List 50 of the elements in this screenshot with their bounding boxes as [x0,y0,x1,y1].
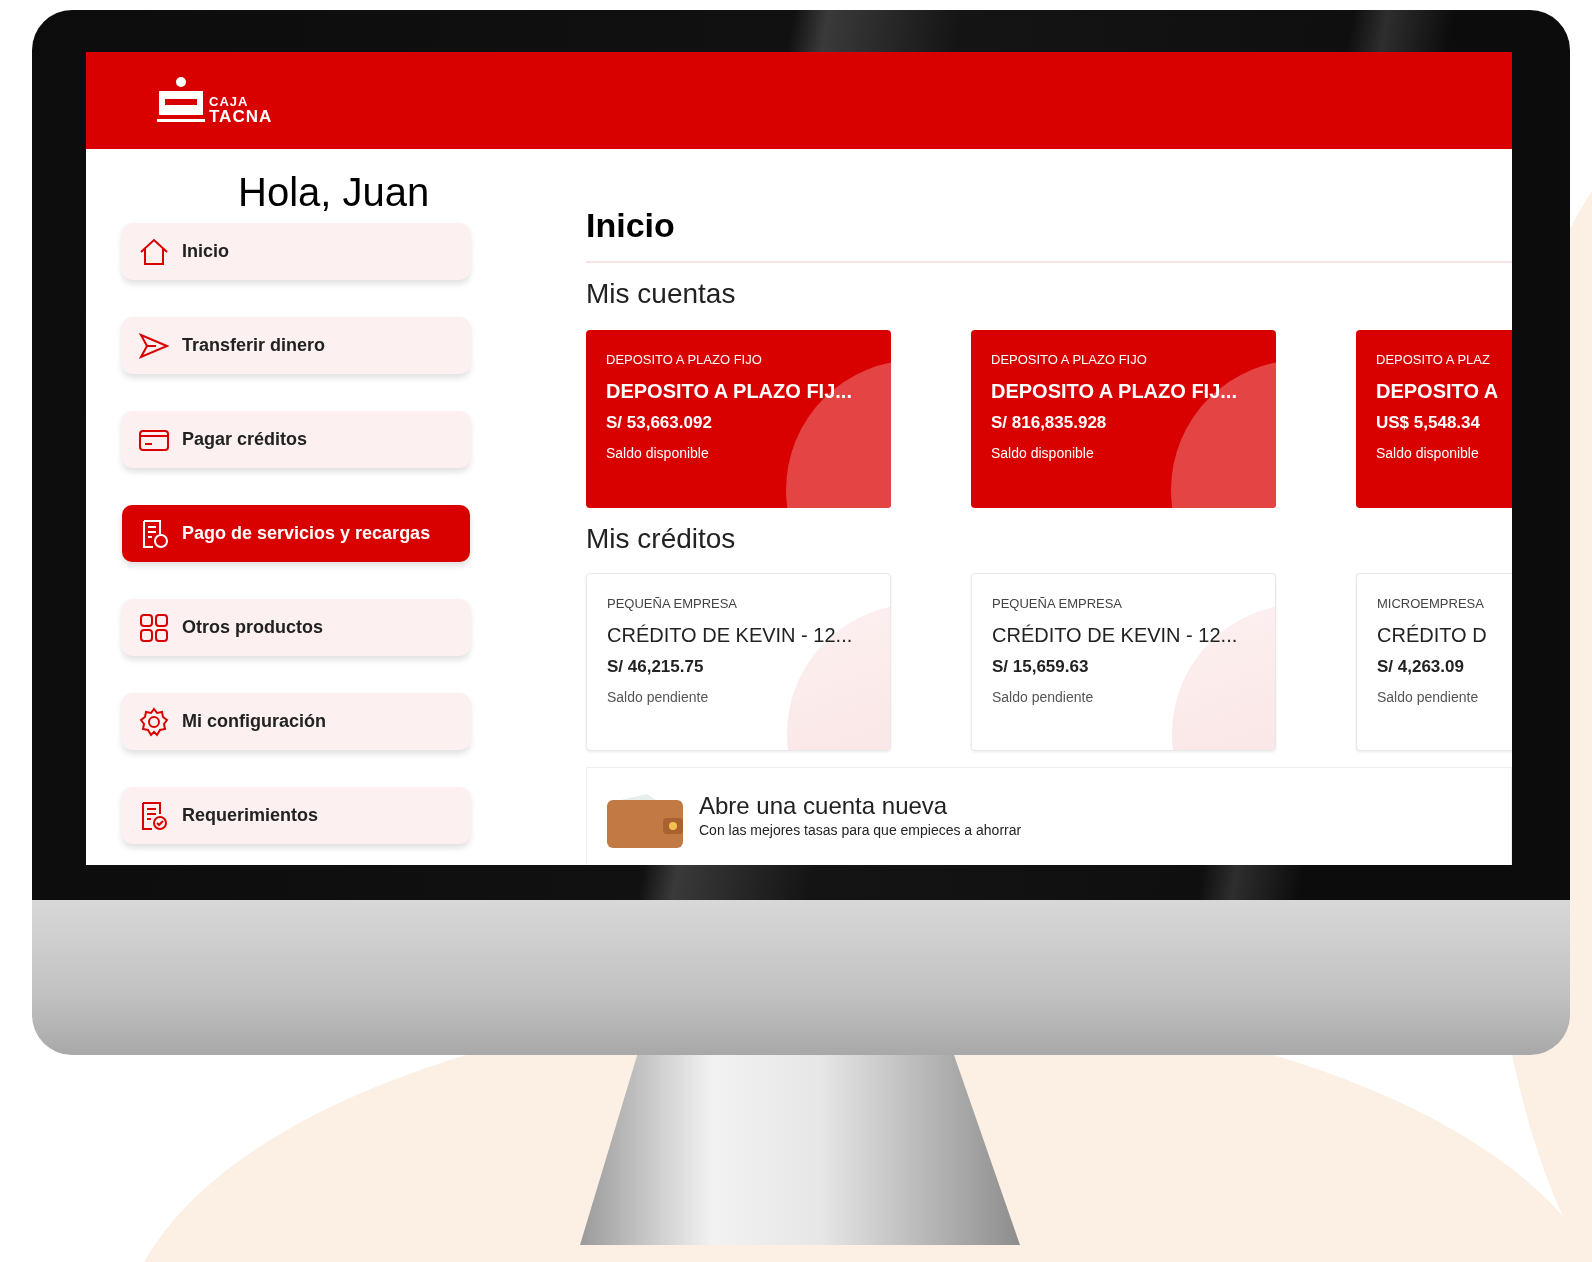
credit-balance: S/ 4,263.09 [1377,656,1465,678]
promo-card[interactable]: Abre una cuenta nueva Con las mejores tasas para que empieces a ahorrar [586,767,1512,865]
credit-name: CRÉDITO D [1377,623,1488,648]
section-title: Mis créditos [586,522,737,556]
nav-item[interactable]: Requerimientos [122,787,470,844]
account-name: DEPOSITO A PLAZO FIJ... [991,379,1238,404]
account-card[interactable]: DEPOSITO A PLAZO FIJO DEPOSITO A PLAZO FIJ... S/ 816,835.928 Saldo disponible [971,330,1276,508]
account-type: DEPOSITO A PLAZO FIJO [606,351,763,369]
logo-text: TACNA [209,107,273,125]
gear-icon [138,705,170,738]
credit-card[interactable]: MICROEMPRESA CRÉDITO D S/ 4,263.09 Saldo pendiente [1356,573,1512,751]
promo-text: Con las mejores tasas para que empieces a ahorrar [699,822,1022,838]
credit-balance: S/ 46,215.75 [607,656,705,678]
balance-caption: Saldo disponible [606,444,710,462]
account-balance: S/ 53,663.092 [606,412,713,434]
wallet-icon [607,792,683,848]
account-type: DEPOSITO A PLAZ [1376,351,1491,369]
balance-caption: Saldo pendiente [1377,688,1480,706]
credit-balance: S/ 15,659.63 [992,656,1090,678]
credit-card[interactable]: PEQUEÑA EMPRESA CRÉDITO DE KEVIN - 12... S/ 46,215.75 Saldo pendiente [586,573,891,751]
account-balance: S/ 816,835.928 [991,412,1108,434]
greeting-title: Hola, Juan [237,169,431,215]
logo-icon [155,76,207,125]
credit-name: CRÉDITO DE KEVIN - 12... [992,623,1239,648]
account-type: DEPOSITO A PLAZO FIJO [991,351,1148,369]
account-name: DEPOSITO A PLAZO FIJ... [606,379,853,404]
nav-item[interactable]: Inicio [122,223,470,280]
account-balance: US$ 5,548.34 [1376,412,1481,434]
credit-type: MICROEMPRESA [1377,595,1485,613]
account-card[interactable]: DEPOSITO A PLAZ DEPOSITO A US$ 5,548.34 Saldo disponible [1356,330,1512,508]
balance-caption: Saldo pendiente [992,688,1095,706]
section-title: Mis cuentas [586,277,737,311]
credit-name: CRÉDITO DE KEVIN - 12... [607,623,854,648]
nav-item[interactable]: Pagar créditos [122,411,470,468]
logo-text: CAJA [209,94,250,108]
nav-item[interactable]: Transferir dinero [122,317,470,374]
promo-title: Abre una cuenta nueva [699,792,949,820]
account-name: DEPOSITO A [1376,379,1500,404]
nav-item[interactable]: Mi configuración [122,693,470,750]
credit-type: PEQUEÑA EMPRESA [992,595,1124,613]
balance-caption: Saldo pendiente [607,688,710,706]
nav-item[interactable]: Otros productos [122,599,470,656]
credit-type: PEQUEÑA EMPRESA [607,595,739,613]
balance-caption: Saldo disponible [1376,444,1480,462]
balance-caption: Saldo disponible [991,444,1095,462]
credit-card[interactable]: PEQUEÑA EMPRESA CRÉDITO DE KEVIN - 12... S/ 15,659.63 Saldo pendiente [971,573,1276,751]
page-title: Inicio [586,205,676,245]
grid-icon [138,611,170,644]
account-card[interactable]: DEPOSITO A PLAZO FIJO DEPOSITO A PLAZO FIJ... S/ 53,663.092 Saldo disponible [586,330,891,508]
nav-item[interactable]: Pago de servicios y recargas [122,505,470,562]
